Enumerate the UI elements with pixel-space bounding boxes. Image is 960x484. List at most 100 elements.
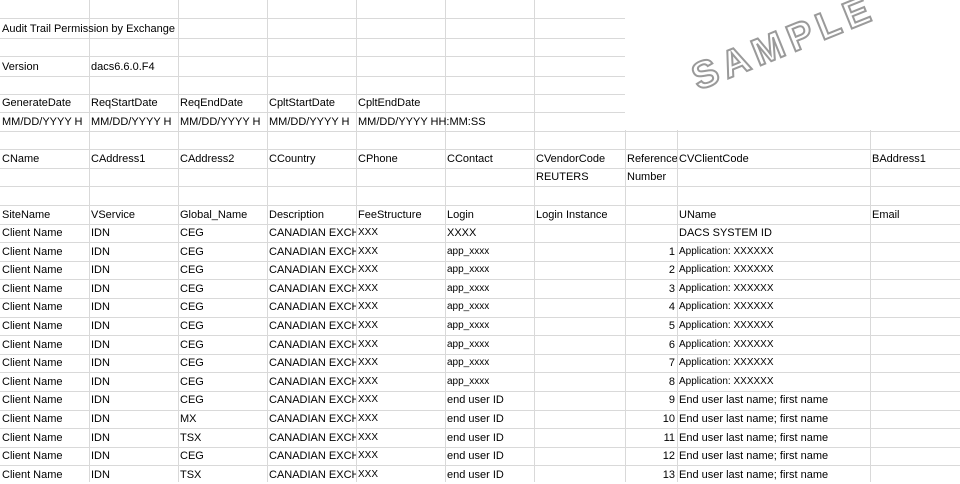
cell-description[interactable]: CANADIAN EXCH bbox=[267, 447, 356, 465]
cell-sitename[interactable]: Client Name bbox=[0, 298, 89, 316]
cell-login[interactable]: end user ID bbox=[445, 466, 534, 484]
cell-global-name[interactable]: MX bbox=[178, 410, 267, 428]
cell-description[interactable]: CANADIAN EXCH bbox=[267, 373, 356, 391]
cell-feestructure[interactable]: XXX bbox=[356, 447, 445, 465]
cell-instance-number[interactable]: 6 bbox=[625, 336, 677, 354]
table-header-login-instance[interactable]: Login Instance bbox=[534, 206, 625, 224]
cell-email[interactable] bbox=[870, 429, 960, 447]
cell-global-name[interactable]: CEG bbox=[178, 317, 267, 335]
cell-sitename[interactable]: Client Name bbox=[0, 317, 89, 335]
cell-uname[interactable]: End user last name; first name bbox=[677, 429, 870, 447]
cell-sitename[interactable]: Client Name bbox=[0, 373, 89, 391]
reference-number-label[interactable]: Number bbox=[625, 168, 677, 186]
cell-uname[interactable]: End user last name; first name bbox=[677, 466, 870, 484]
cell-login[interactable]: end user ID bbox=[445, 447, 534, 465]
cell-uname[interactable]: Application: XXXXXX bbox=[677, 373, 870, 391]
cell-global-name[interactable]: CEG bbox=[178, 336, 267, 354]
cell-login-instance[interactable] bbox=[534, 224, 625, 242]
cell-instance-number[interactable]: 5 bbox=[625, 317, 677, 335]
cell-feestructure[interactable]: XXX bbox=[356, 429, 445, 447]
cell-login[interactable]: XXXX bbox=[445, 224, 534, 242]
cell-vservice[interactable]: IDN bbox=[89, 391, 178, 409]
cell-email[interactable] bbox=[870, 280, 960, 298]
date-format-req-start[interactable]: MM/DD/YYYY H bbox=[89, 113, 178, 131]
cell-uname[interactable]: End user last name; first name bbox=[677, 410, 870, 428]
cell-sitename[interactable]: Client Name bbox=[0, 466, 89, 484]
cell-login[interactable]: app_xxxx bbox=[445, 280, 534, 298]
cell-global-name[interactable]: CEG bbox=[178, 224, 267, 242]
date-format-cplt-start[interactable]: MM/DD/YYYY H bbox=[267, 113, 356, 131]
date-header-generate[interactable]: GenerateDate bbox=[0, 94, 89, 112]
cell-login[interactable]: app_xxxx bbox=[445, 298, 534, 316]
cell-login[interactable]: end user ID bbox=[445, 410, 534, 428]
cell-email[interactable] bbox=[870, 224, 960, 242]
cell-email[interactable] bbox=[870, 447, 960, 465]
cell-vservice[interactable]: IDN bbox=[89, 243, 178, 261]
cell-vservice[interactable]: IDN bbox=[89, 261, 178, 279]
report-title[interactable]: Audit Trail Permission by Exchange bbox=[0, 20, 300, 38]
table-header-vservice[interactable]: VService bbox=[89, 206, 178, 224]
cell-feestructure[interactable]: XXX bbox=[356, 298, 445, 316]
cell-email[interactable] bbox=[870, 261, 960, 279]
cell-email[interactable] bbox=[870, 391, 960, 409]
cell-vservice[interactable]: IDN bbox=[89, 373, 178, 391]
cell-uname[interactable]: End user last name; first name bbox=[677, 391, 870, 409]
cell-login-instance[interactable] bbox=[534, 373, 625, 391]
cell-sitename[interactable]: Client Name bbox=[0, 224, 89, 242]
cell-global-name[interactable]: CEG bbox=[178, 391, 267, 409]
cell-sitename[interactable]: Client Name bbox=[0, 447, 89, 465]
cell-global-name[interactable]: CEG bbox=[178, 280, 267, 298]
cell-instance-number[interactable] bbox=[625, 224, 677, 242]
cell-login-instance[interactable] bbox=[534, 280, 625, 298]
cell-feestructure[interactable]: XXX bbox=[356, 317, 445, 335]
cell-email[interactable] bbox=[870, 354, 960, 372]
cell-global-name[interactable]: CEG bbox=[178, 373, 267, 391]
cell-sitename[interactable]: Client Name bbox=[0, 243, 89, 261]
client-header-cvendorcode[interactable]: CVendorCode bbox=[534, 150, 625, 168]
cell-vservice[interactable]: IDN bbox=[89, 429, 178, 447]
cell-login[interactable]: app_xxxx bbox=[445, 354, 534, 372]
cell-login-instance[interactable] bbox=[534, 261, 625, 279]
cell-vservice[interactable]: IDN bbox=[89, 466, 178, 484]
cell-global-name[interactable]: TSX bbox=[178, 429, 267, 447]
cell-vservice[interactable]: IDN bbox=[89, 336, 178, 354]
cell-uname[interactable]: Application: XXXXXX bbox=[677, 261, 870, 279]
cell-feestructure[interactable]: XXX bbox=[356, 243, 445, 261]
cell-description[interactable]: CANADIAN EXCH bbox=[267, 466, 356, 484]
date-format-cplt-end[interactable]: MM/DD/YYYY HH:MM:SS bbox=[356, 113, 496, 131]
cell-uname[interactable]: End user last name; first name bbox=[677, 447, 870, 465]
cell-vservice[interactable]: IDN bbox=[89, 447, 178, 465]
cell-login[interactable]: app_xxxx bbox=[445, 336, 534, 354]
cell-email[interactable] bbox=[870, 466, 960, 484]
cell-description[interactable]: CANADIAN EXCH bbox=[267, 298, 356, 316]
cell-feestructure[interactable]: XXX bbox=[356, 261, 445, 279]
cell-sitename[interactable]: Client Name bbox=[0, 429, 89, 447]
cell-vservice[interactable]: IDN bbox=[89, 298, 178, 316]
cell-instance-number[interactable]: 1 bbox=[625, 243, 677, 261]
cell-global-name[interactable]: CEG bbox=[178, 298, 267, 316]
cell-description[interactable]: CANADIAN EXCH bbox=[267, 261, 356, 279]
cell-instance-number[interactable]: 4 bbox=[625, 298, 677, 316]
cell-feestructure[interactable]: XXX bbox=[356, 354, 445, 372]
cell-feestructure[interactable]: XXX bbox=[356, 391, 445, 409]
table-header-description[interactable]: Description bbox=[267, 206, 356, 224]
cell-sitename[interactable]: Client Name bbox=[0, 261, 89, 279]
cell-instance-number[interactable]: 8 bbox=[625, 373, 677, 391]
cell-description[interactable]: CANADIAN EXCH bbox=[267, 224, 356, 242]
cell-login-instance[interactable] bbox=[534, 391, 625, 409]
cell-login-instance[interactable] bbox=[534, 317, 625, 335]
client-header-cphone[interactable]: CPhone bbox=[356, 150, 445, 168]
cell-uname[interactable]: Application: XXXXXX bbox=[677, 298, 870, 316]
client-header-baddress1[interactable]: BAddress1 bbox=[870, 150, 960, 168]
client-header-caddress2[interactable]: CAddress2 bbox=[178, 150, 267, 168]
cell-global-name[interactable]: TSX bbox=[178, 466, 267, 484]
table-header-feestructure[interactable]: FeeStructure bbox=[356, 206, 445, 224]
cell-login-instance[interactable] bbox=[534, 298, 625, 316]
cell-email[interactable] bbox=[870, 243, 960, 261]
cell-uname[interactable]: Application: XXXXXX bbox=[677, 317, 870, 335]
cell-uname[interactable]: Application: XXXXXX bbox=[677, 280, 870, 298]
cell-vservice[interactable]: IDN bbox=[89, 410, 178, 428]
table-header-global-name[interactable]: Global_Name bbox=[178, 206, 267, 224]
date-format-req-end[interactable]: MM/DD/YYYY H bbox=[178, 113, 267, 131]
cell-description[interactable]: CANADIAN EXCH bbox=[267, 336, 356, 354]
